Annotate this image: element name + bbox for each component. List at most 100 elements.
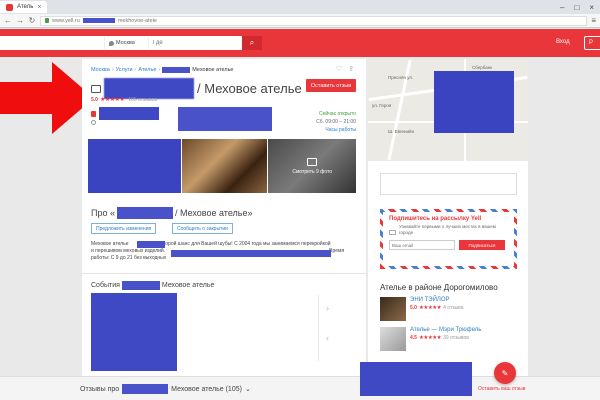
reviews-toggle[interactable]: Отзывы про Меховое ателье (105) ⌄ (80, 384, 251, 394)
close-tab-icon[interactable]: × (37, 4, 41, 11)
list-item[interactable]: Ателье — Мэри Трюфель 4.5 ★★★★★ 39 отзыв… (380, 327, 517, 353)
redacted-photo[interactable] (88, 139, 181, 193)
redacted-desc-text (171, 250, 331, 257)
breadcrumb-item-services[interactable]: Услуги (116, 67, 133, 73)
report-closure-button[interactable]: Сообщить о закрытии (172, 223, 233, 234)
envelope-icon (389, 230, 396, 235)
phone-icon (91, 110, 96, 117)
redacted-url-segment (82, 18, 115, 23)
redacted-about-name (117, 207, 173, 219)
redacted-events-name (121, 281, 160, 290)
reload-icon[interactable]: ↻ (28, 16, 36, 25)
minimize-icon[interactable]: – (560, 3, 564, 12)
map-label: Сбербанк (472, 65, 493, 70)
url-text-suffix: mekhovoe-atele (117, 17, 157, 24)
redacted-desc-name (137, 241, 165, 248)
nearby-heading: Ателье в районе Дорогомилово (380, 283, 498, 292)
company-rating: 5.0 ★★★★★ 105 отзывов (91, 96, 157, 104)
right-sidebar: Подпишитесь на рассылку Yell Узнавайте п… (368, 161, 528, 380)
more-photos-label: Смотреть 9 фото (292, 168, 332, 175)
redacted-phone[interactable] (99, 107, 159, 120)
fur-coat-photo[interactable] (181, 139, 268, 193)
photo-gallery: Смотреть 9 фото (88, 139, 356, 193)
browser-tab[interactable]: Атель × (0, 1, 48, 13)
email-field[interactable] (389, 240, 455, 250)
section-divider (82, 273, 366, 274)
search-button[interactable]: ⌕ (242, 36, 262, 50)
subscribe-text: Узнавайте первыми о лучших местах в ваше… (399, 224, 496, 235)
redacted-breadcrumb (162, 67, 191, 73)
newsletter-subscribe: Подпишитесь на рассылку Yell Узнавайте п… (380, 209, 517, 269)
nearby-name[interactable]: ЭНИ ТЭЙЛОР (410, 297, 464, 303)
more-photos-tile[interactable]: Смотреть 9 фото (268, 139, 356, 193)
browser-tab-strip: Атель × – □ × (0, 0, 600, 14)
list-item[interactable]: ЭНИ ТЭЙЛОР 5.0 ★★★★★ 4 отзыва (380, 297, 517, 323)
open-now-label: Сейчас открыто (319, 111, 356, 117)
register-button[interactable]: Р (584, 36, 600, 50)
location-selector[interactable]: Москва (104, 37, 148, 49)
nearby-thumb (380, 297, 406, 321)
events-suffix: Меховое ателье (161, 282, 215, 289)
fab-label: Оставить ваш отзыв (478, 386, 526, 392)
yell-favicon-icon (6, 3, 13, 11)
phone-row (91, 107, 159, 120)
events-prev-icon[interactable]: ‹ (326, 333, 329, 343)
search-icon: ⌕ (249, 38, 255, 47)
forward-icon[interactable]: → (16, 16, 24, 25)
about-prefix: Про « (91, 208, 115, 218)
ad-placeholder (380, 173, 517, 195)
where-input[interactable] (148, 37, 238, 49)
close-window-icon[interactable]: × (589, 3, 594, 12)
nearby-stars-icon: ★★★★★ (418, 335, 442, 341)
hours-link[interactable]: Часы работы (312, 127, 356, 133)
events-heading: События Меховое ателье (91, 281, 214, 290)
reviews-suffix: Меховое ателье (105) (171, 385, 242, 393)
search-input[interactable] (0, 37, 104, 49)
card-actions: ♡ ⇪ (336, 65, 354, 73)
pencil-icon: ✎ (501, 368, 509, 378)
about-heading: Про « / Меховое ателье» (91, 207, 253, 219)
redacted-event-card[interactable] (91, 293, 177, 371)
subscribe-title: Подпишитесь на рассылку Yell (389, 216, 482, 222)
write-review-fab[interactable]: ✎ (494, 362, 516, 384)
back-icon[interactable]: ← (4, 16, 12, 25)
subscribe-button[interactable]: Подписаться (459, 240, 505, 250)
nearby-name[interactable]: Ателье — Мэри Трюфель (410, 327, 481, 333)
review-count-link[interactable]: 105 отзывов (128, 97, 157, 103)
breadcrumb-current: Меховое ателье (192, 67, 234, 73)
redacted-reviews-name (122, 384, 169, 394)
suggest-changes-button[interactable]: Предложить изменения (91, 223, 157, 234)
lock-icon (45, 18, 49, 23)
url-field[interactable]: www.yell.ru mekhovoe-atele (40, 15, 588, 26)
nearby-thumb (380, 327, 406, 351)
leave-review-button[interactable]: Оставить отзыв (306, 79, 356, 92)
breadcrumb: Москва › Услуги › Ателье › Меховое атель… (91, 67, 234, 73)
hours-today: Сб. 09:00 – 21:00 (316, 119, 356, 125)
website-icon (91, 120, 96, 125)
share-icon[interactable]: ⇪ (348, 65, 354, 73)
breadcrumb-item-city[interactable]: Москва (91, 67, 110, 73)
nearby-count: 4 отзыва (443, 305, 464, 311)
events-next-icon[interactable]: › (326, 303, 329, 313)
desc-line1-b: второй шанс для Вашей шубы! С 2004 года … (160, 241, 331, 247)
breadcrumb-item-category[interactable]: Ателье (138, 67, 156, 73)
browser-menu-icon[interactable]: ≡ (591, 16, 596, 25)
search-form: Москва ⌕ (0, 36, 262, 50)
map-label: ул. Героя (372, 103, 392, 108)
login-link[interactable]: Вход (556, 39, 570, 45)
favorite-heart-icon[interactable]: ♡ (336, 65, 342, 73)
briefcase-icon (91, 84, 101, 93)
desc-line2-a: и перешивом меховых изделий. (91, 248, 166, 254)
map-label: Ш. Евгенийн (388, 129, 415, 134)
location-map[interactable]: Пресняя ул. Сбербанк ул. Героя Ш. Евгени… (368, 59, 528, 161)
nearby-stars-icon: ★★★★★ (418, 305, 442, 311)
nearby-score: 5.0 (410, 305, 417, 311)
site-header: Москва ⌕ Вход Р (0, 29, 600, 57)
desc-line1-a: Меховое ателье (91, 241, 129, 247)
desc-line2-b: Время (329, 248, 345, 254)
maximize-icon[interactable]: □ (574, 3, 579, 12)
url-text: www.yell.ru (52, 17, 80, 24)
company-card: Москва › Услуги › Ателье › Меховое атель… (82, 59, 366, 379)
location-label: Москва (116, 40, 135, 46)
camera-icon (307, 157, 318, 166)
